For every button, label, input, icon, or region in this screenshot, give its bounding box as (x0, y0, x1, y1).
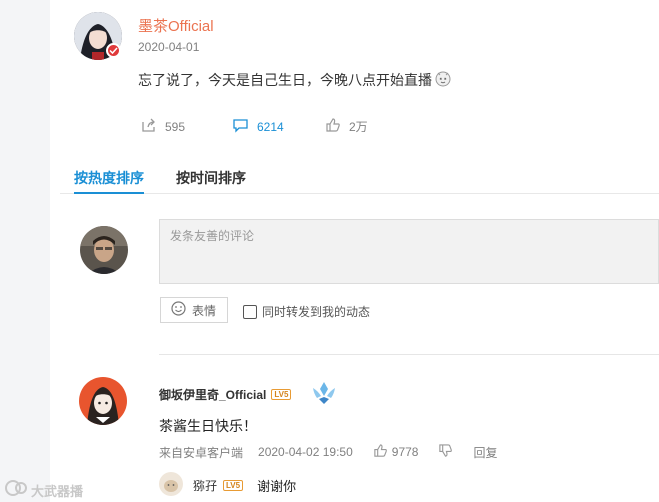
thumbs-up-icon (373, 443, 388, 461)
reply-level-badge: LV5 (223, 480, 244, 491)
medal-icon (310, 379, 338, 412)
emoji-button[interactable]: 表情 (160, 297, 228, 323)
tab-sort-hot[interactable]: 按热度排序 (74, 168, 144, 188)
comment-text: 茶酱生日快乐！ (159, 418, 257, 434)
repost-count: 595 (165, 119, 186, 134)
comment-meta: 来自安卓客户端 2020-04-02 19:50 9778 回复 (159, 443, 497, 461)
post-author-name[interactable]: 墨茶Official (138, 15, 214, 36)
like-button[interactable]: 2万 (325, 117, 368, 136)
commenter-level-badge: LV5 (271, 389, 292, 400)
post-divider (60, 193, 659, 194)
comment-like-button[interactable]: 9778 (373, 443, 419, 461)
post-date: 2020-04-01 (138, 40, 200, 54)
post-text: 忘了说了，今天是自己生日，今晚八点开始直播 (138, 69, 452, 90)
tab-active-underline (74, 192, 144, 194)
comment-count: 6214 (257, 119, 284, 134)
emoji-face-icon (434, 69, 452, 90)
emoji-button-label: 表情 (192, 303, 217, 318)
comment-input-placeholder: 发条友善的评论 (170, 229, 255, 243)
verified-badge-icon (106, 43, 121, 58)
repost-button[interactable]: 595 (141, 117, 185, 136)
reply-header: 猕孖 LV5 谢谢你 (193, 476, 296, 495)
current-user-avatar (80, 226, 128, 274)
share-icon (141, 117, 157, 136)
tab-sort-time[interactable]: 按时间排序 (176, 168, 246, 188)
repost-checkbox-label: 同时转发到我的动态 (262, 305, 371, 319)
composer-divider (159, 354, 659, 355)
comment-input[interactable]: 发条友善的评论 (159, 219, 659, 284)
repost-checkbox[interactable] (243, 304, 257, 319)
comment-source: 来自安卓客户端 (159, 445, 244, 460)
smiley-icon (171, 301, 186, 319)
comment-reply-button[interactable]: 回复 (473, 444, 497, 461)
comment-icon (232, 117, 249, 136)
comment-header: 御坂伊里奇_Official LV5 (159, 386, 292, 403)
thumbs-down-icon (438, 443, 453, 461)
watermark: 大武器播 (4, 479, 83, 502)
reply-text: 谢谢你 (257, 479, 297, 494)
like-count: 2万 (349, 120, 368, 134)
watermark-text: 大武器播 (31, 484, 84, 499)
watermark-logo-icon (4, 479, 28, 502)
reply-username[interactable]: 猕孖 (193, 477, 217, 494)
repost-checkbox-row[interactable]: 同时转发到我的动态 (243, 303, 370, 320)
left-sidebar (0, 0, 50, 502)
comment-datetime: 2020-04-02 19:50 (258, 445, 353, 459)
reply-avatar[interactable] (159, 472, 183, 496)
commenter-avatar[interactable] (79, 377, 127, 425)
comment-button[interactable]: 6214 (232, 117, 284, 136)
comment-dislike-button[interactable] (438, 443, 453, 461)
comment-like-count: 9778 (391, 445, 419, 459)
post-text-content: 忘了说了，今天是自己生日，今晚八点开始直播 (138, 71, 432, 88)
commenter-name[interactable]: 御坂伊里奇_Official (159, 386, 266, 403)
thumbs-up-icon (325, 117, 341, 136)
